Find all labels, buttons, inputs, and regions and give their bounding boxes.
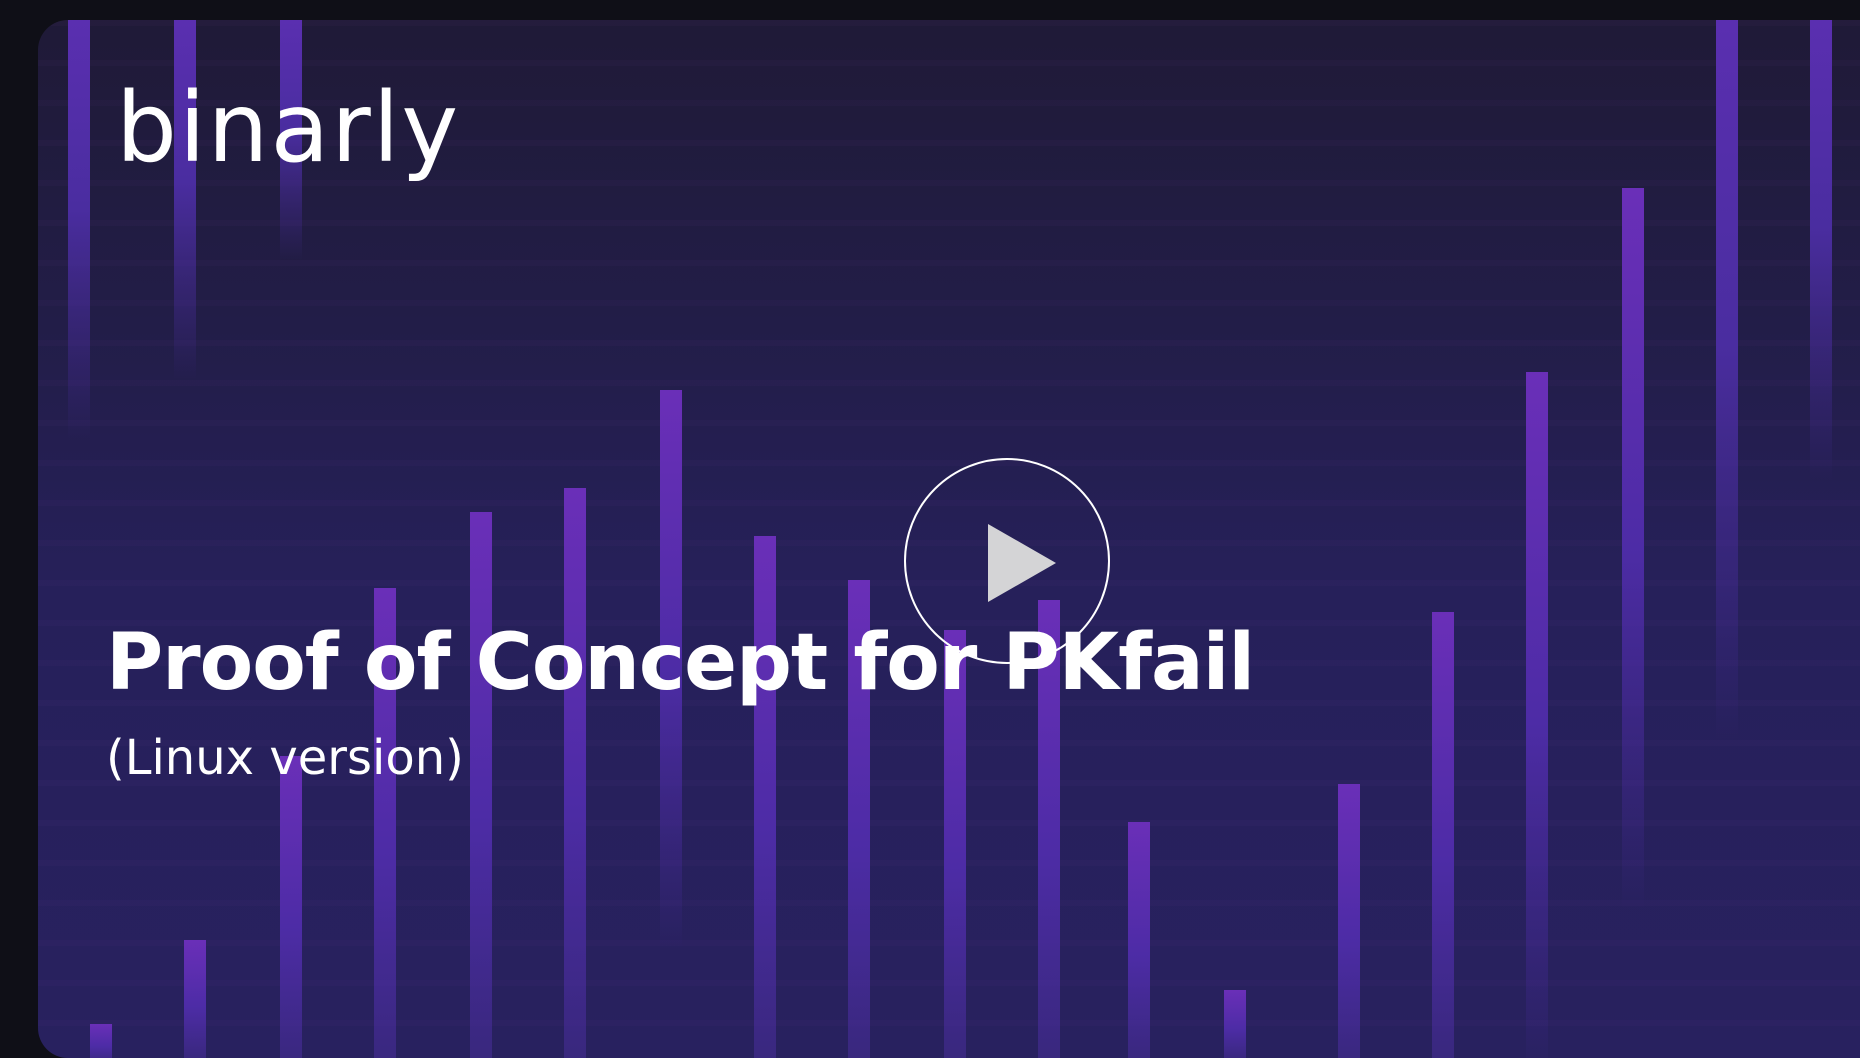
background-bar: [1338, 784, 1360, 1058]
background-bar: [754, 536, 776, 1058]
background-bar: [470, 512, 492, 1058]
play-button[interactable]: [904, 458, 1110, 664]
background-bar: [1128, 822, 1150, 1058]
background-bar: [1716, 20, 1738, 740]
background-bar: [1432, 612, 1454, 1058]
background-bar: [1622, 188, 1644, 908]
background-bar: [1810, 20, 1832, 480]
background-bar: [1526, 372, 1548, 1058]
background-bar: [1224, 990, 1246, 1058]
background-bar: [90, 1024, 112, 1058]
background-bar: [184, 940, 206, 1058]
background-bar: [564, 488, 586, 1058]
page: binarly Proof of Concept for PKfail (Lin…: [0, 0, 1860, 1058]
play-icon: [988, 524, 1056, 602]
video-subtitle: (Linux version): [106, 730, 464, 786]
binarly-logo: binarly: [116, 72, 461, 184]
background-bar: [280, 756, 302, 1058]
background-bar: [68, 20, 90, 440]
video-player[interactable]: binarly Proof of Concept for PKfail (Lin…: [38, 20, 1860, 1058]
